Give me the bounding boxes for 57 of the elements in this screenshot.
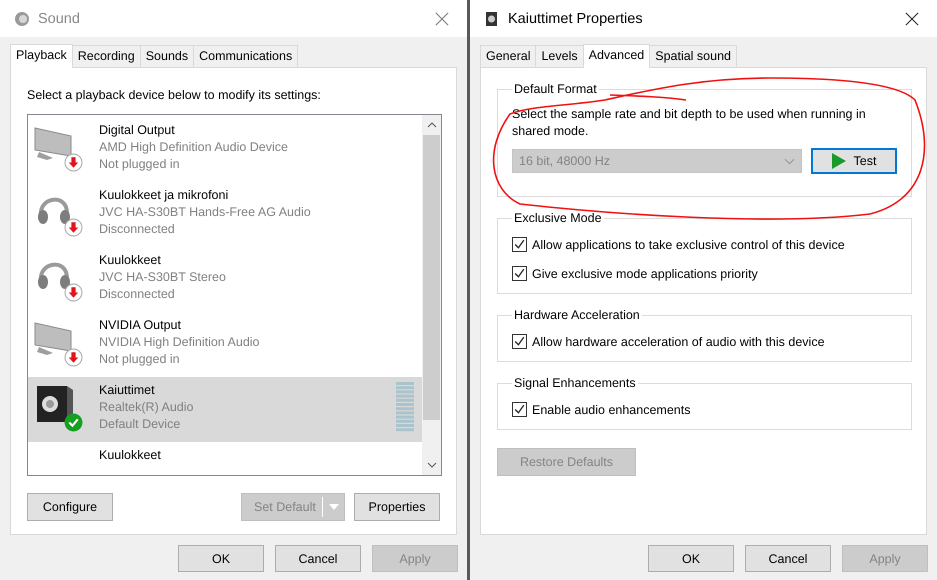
- checkbox[interactable]: [512, 237, 527, 252]
- tab[interactable]: Communications: [193, 45, 298, 67]
- device-driver: NVIDIA High Definition Audio: [99, 334, 261, 351]
- checkbox-label: Allow hardware acceleration of audio with this device: [532, 334, 825, 348]
- device-item[interactable]: Digital Output AMD High Definition Audio Device Not plugged in: [28, 117, 422, 182]
- chevron-down-icon: [784, 158, 795, 164]
- checkbox-label: Allow applications to take exclusive control of this device: [532, 238, 845, 252]
- speaker-icon: [484, 10, 500, 26]
- group-title: Default Format: [513, 82, 598, 96]
- device-status: Disconnected: [99, 221, 176, 238]
- device-name: NVIDIA Output: [99, 317, 182, 334]
- play-icon: [832, 153, 846, 169]
- properties-button[interactable]: Properties: [354, 493, 440, 521]
- device-driver: JVC HA-S30BT Hands-Free AG Audio: [99, 204, 312, 221]
- group-title: Hardware Acceleration: [513, 308, 641, 322]
- description-text: Select the sample rate and bit depth to be used when running in shared mode.: [512, 106, 867, 140]
- device-name: Kuulokkeet: [99, 252, 162, 269]
- device-item[interactable]: Kaiuttimet Realtek(R) Audio Default Device: [28, 377, 422, 442]
- window-title: Kaiuttimet Properties: [508, 10, 644, 26]
- volume-meter-icon: [396, 382, 414, 432]
- tab[interactable]: General: [480, 45, 536, 67]
- test-button[interactable]: Test: [811, 148, 897, 174]
- device-name: Kaiuttimet: [99, 382, 156, 399]
- speaker-icon: [14, 10, 30, 26]
- scrollbar[interactable]: [422, 115, 441, 475]
- device-item[interactable]: Kuulokkeet: [28, 442, 422, 475]
- device-item[interactable]: NVIDIA Output NVIDIA High Definition Audio Not plugged in: [28, 312, 422, 377]
- checkbox-label: Give exclusive mode applications priority: [532, 266, 758, 280]
- tab[interactable]: Spatial sound: [649, 45, 737, 67]
- tab[interactable]: Advanced: [582, 44, 650, 68]
- close-icon[interactable]: [905, 12, 919, 26]
- checkbox[interactable]: [512, 402, 527, 417]
- dialog-button[interactable]: OK: [648, 545, 734, 572]
- checkbox-label: Enable audio enhancements: [532, 402, 690, 416]
- device-status: Not plugged in: [99, 351, 181, 368]
- instruction-text: Select a playback device below to modify its settings:: [27, 88, 322, 102]
- device-status: Default Device: [99, 416, 182, 433]
- device-item[interactable]: Kuulokkeet JVC HA-S30BT Stereo Disconnected: [28, 247, 422, 312]
- group-title: Exclusive Mode: [513, 211, 603, 225]
- dialog-button[interactable]: Cancel: [745, 545, 831, 572]
- device-name: Kuulokkeet ja mikrofoni: [99, 187, 230, 204]
- window-title: Sound: [38, 10, 81, 26]
- device-driver: Realtek(R) Audio: [99, 399, 194, 416]
- checkbox[interactable]: [512, 334, 527, 349]
- device-driver: JVC HA-S30BT Stereo: [99, 269, 227, 286]
- device-name: Kuulokkeet: [99, 447, 162, 464]
- device-name: Digital Output: [99, 122, 176, 139]
- group-title: Signal Enhancements: [513, 376, 637, 390]
- checkbox[interactable]: [512, 266, 527, 281]
- dialog-button[interactable]: OK: [178, 545, 264, 572]
- device-status: Disconnected: [99, 286, 176, 303]
- device-item[interactable]: Kuulokkeet ja mikrofoni JVC HA-S30BT Hands-Free AG Audio Disconnected: [28, 182, 422, 247]
- device-status: Not plugged in: [99, 156, 181, 173]
- dialog-button[interactable]: Cancel: [275, 545, 361, 572]
- configure-button[interactable]: Configure: [27, 493, 113, 521]
- tab[interactable]: Playback: [10, 44, 73, 68]
- device-driver: AMD High Definition Audio Device: [99, 139, 289, 156]
